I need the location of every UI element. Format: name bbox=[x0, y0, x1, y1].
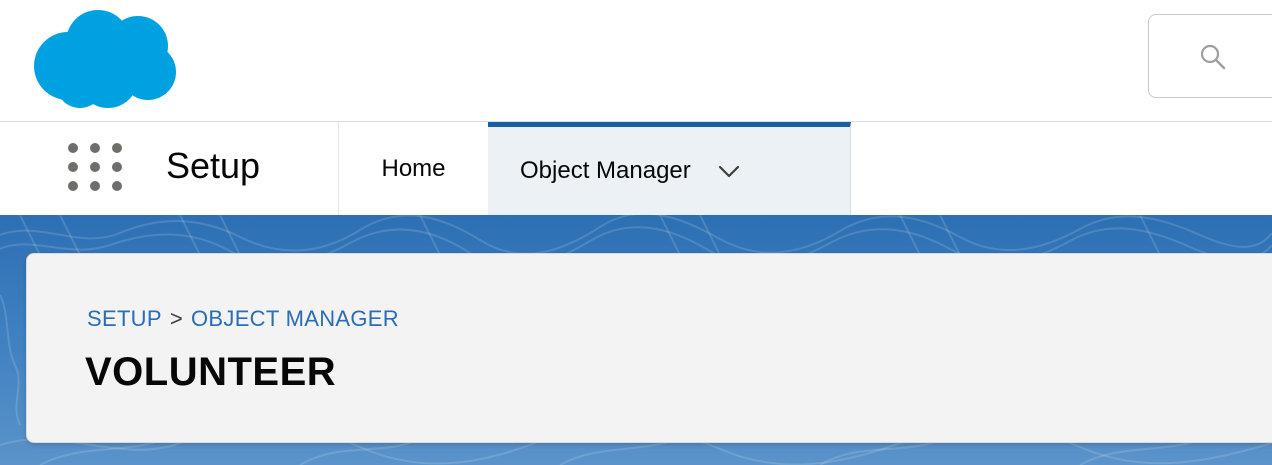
page-title: VOLUNTEER bbox=[85, 350, 337, 394]
nav-item-home[interactable]: Home bbox=[339, 122, 488, 215]
breadcrumb-object-manager[interactable]: OBJECT MANAGER bbox=[191, 306, 399, 332]
search-icon bbox=[1200, 44, 1226, 70]
global-header bbox=[0, 0, 1272, 122]
page-header-card: SETUP > OBJECT MANAGER VOLUNTEER bbox=[26, 253, 1272, 443]
global-search-input[interactable] bbox=[1148, 14, 1272, 98]
nav-item-object-manager[interactable]: Object Manager bbox=[488, 122, 851, 215]
app-name: Setup bbox=[166, 145, 261, 186]
context-nav-bar: Setup Home Object Manager bbox=[0, 122, 1272, 215]
salesforce-cloud-icon[interactable] bbox=[30, 6, 180, 110]
nav-item-home-label: Home bbox=[381, 154, 446, 182]
app-launcher-grid-icon[interactable] bbox=[64, 139, 126, 195]
nav-item-object-manager-label: Object Manager bbox=[520, 157, 691, 184]
breadcrumb: SETUP > OBJECT MANAGER bbox=[87, 306, 399, 332]
breadcrumb-setup[interactable]: SETUP bbox=[87, 306, 162, 332]
chevron-down-icon[interactable] bbox=[715, 157, 743, 185]
breadcrumb-separator: > bbox=[169, 306, 184, 331]
